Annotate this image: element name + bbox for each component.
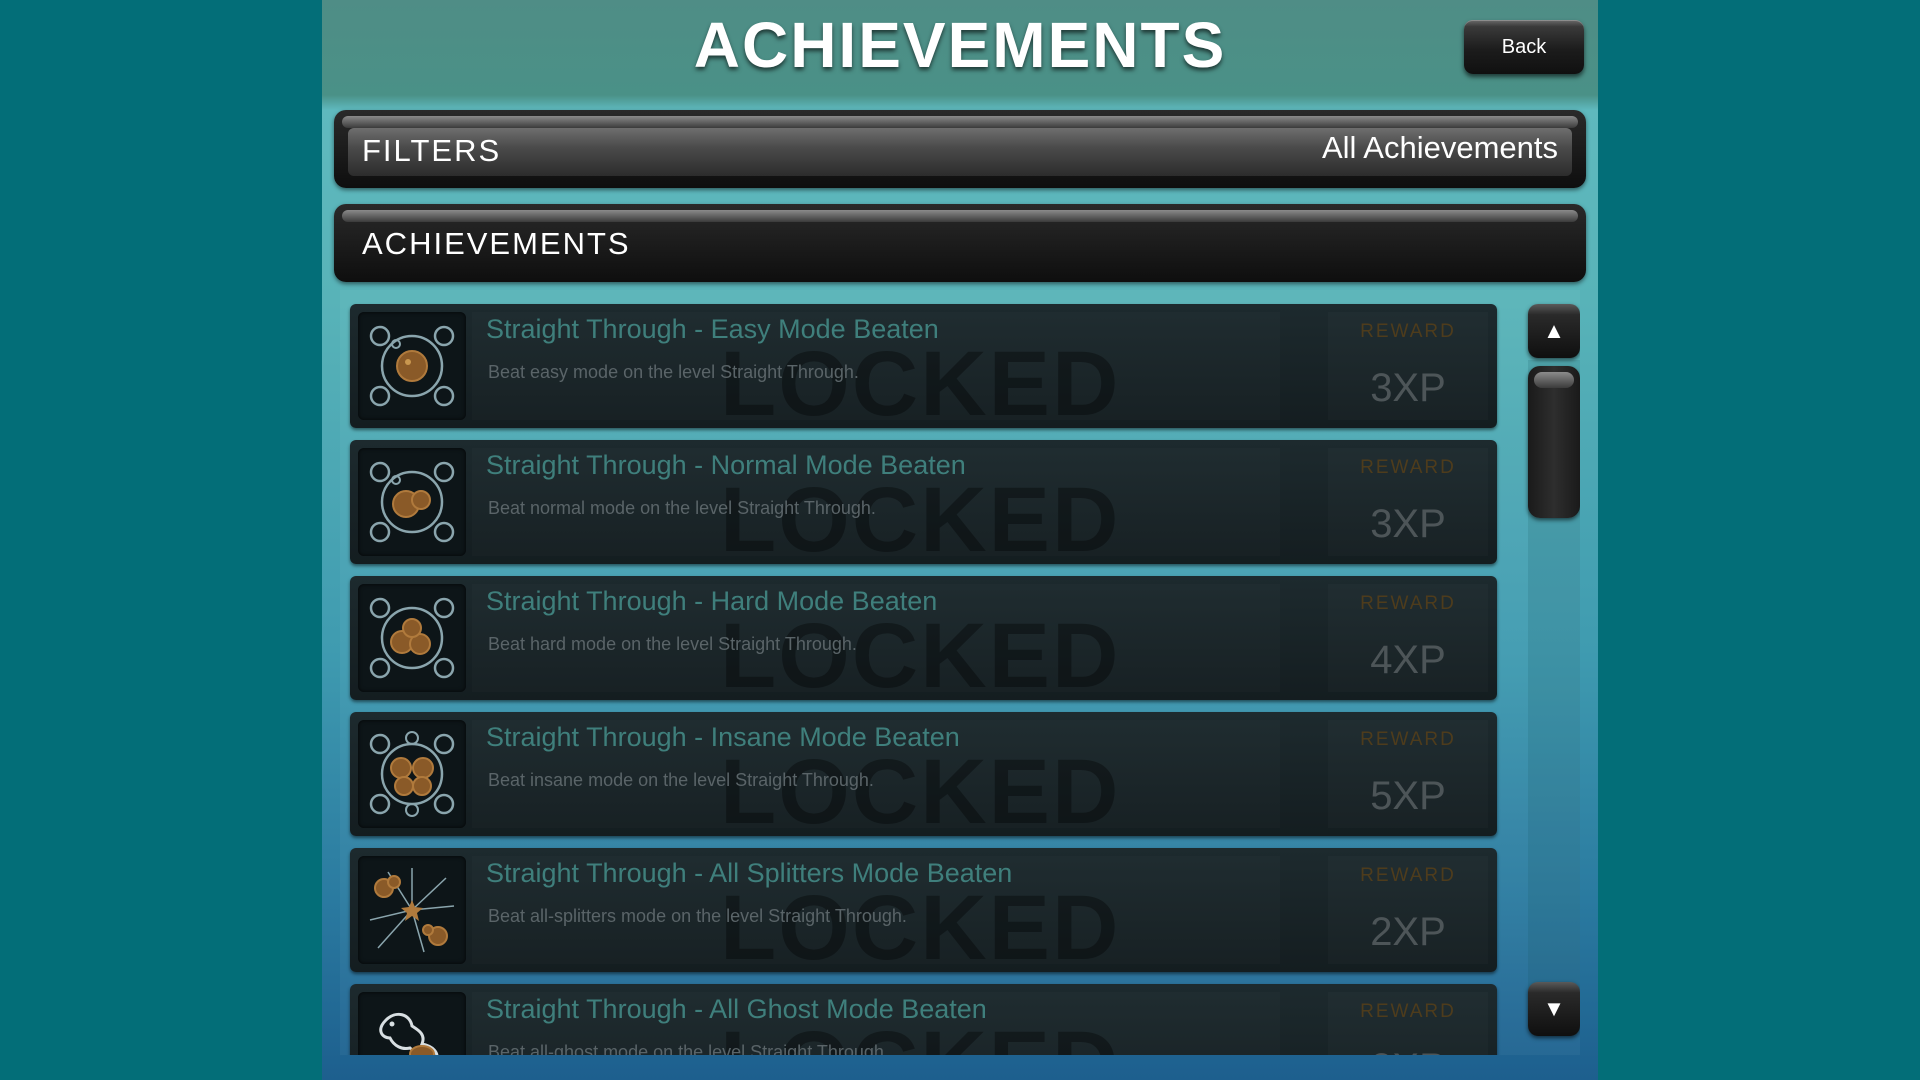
bubble-cluster-1-icon — [369, 325, 455, 407]
achievement-description: Beat all-ghost mode on the level Straigh… — [488, 1042, 889, 1055]
achievement-icon-box — [358, 856, 466, 964]
achievement-row[interactable]: LOCKED Straight Through - All Splitters … — [350, 848, 1497, 972]
achievement-icon-box — [358, 720, 466, 828]
reward-value: 2XP — [1328, 1046, 1488, 1055]
achievement-description: Beat hard mode on the level Straight Thr… — [488, 634, 857, 654]
reward-label: REWARD — [1360, 593, 1456, 614]
scrollbar-thumb[interactable] — [1528, 366, 1580, 518]
scroll-up-button[interactable]: ▲ — [1528, 304, 1580, 358]
page-title: ACHIEVEMENTS — [693, 9, 1227, 81]
reward-value: 4XP — [1370, 638, 1446, 682]
achievements-bar-sheen — [342, 210, 1578, 222]
reward-label: REWARD — [1360, 865, 1456, 886]
reward-label: REWARD — [1360, 321, 1456, 342]
achievements-header-bar: ACHIEVEMENTS — [334, 204, 1586, 282]
filters-value[interactable]: All Achievements — [1322, 130, 1558, 166]
filters-label: FILTERS — [362, 133, 502, 168]
achievement-title: Straight Through - All Splitters Mode Be… — [486, 858, 1013, 888]
achievement-row[interactable]: LOCKED Straight Through - Easy Mode Beat… — [350, 304, 1497, 428]
arrow-down-icon: ▼ — [1543, 996, 1565, 1021]
scrollbar-thumb-knob — [1534, 372, 1574, 388]
achievement-title: Straight Through - Easy Mode Beaten — [486, 314, 939, 344]
filters-bar[interactable]: FILTERS All Achievements — [334, 110, 1586, 188]
reward-label: REWARD — [1360, 729, 1456, 750]
scroll-down-button[interactable]: ▼ — [1528, 982, 1580, 1036]
bubble-cluster-2-icon — [369, 461, 455, 543]
reward-label: REWARD — [1360, 457, 1456, 478]
reward-value: 3XP — [1370, 502, 1446, 546]
achievement-icon-box — [358, 312, 466, 420]
achievement-row[interactable]: LOCKED Straight Through - Normal Mode Be… — [350, 440, 1497, 564]
achievement-row[interactable]: LOCKED Straight Through - All Ghost Mode… — [350, 984, 1497, 1055]
achievement-icon-box — [358, 448, 466, 556]
achievements-list[interactable]: LOCKED Straight Through - Easy Mode Beat… — [340, 290, 1580, 1055]
achievement-description: Beat normal mode on the level Straight T… — [488, 498, 876, 518]
reward-value: 2XP — [1370, 910, 1446, 954]
filters-bar-sheen — [342, 116, 1578, 128]
achievement-title: Straight Through - All Ghost Mode Beaten — [486, 994, 987, 1024]
achievement-icon-box — [358, 992, 466, 1055]
reward-value: 5XP — [1370, 774, 1446, 818]
splitter-burst-icon — [369, 868, 455, 953]
achievement-row[interactable]: LOCKED Straight Through - Insane Mode Be… — [350, 712, 1497, 836]
achievement-row[interactable]: LOCKED Straight Through - Hard Mode Beat… — [350, 576, 1497, 700]
back-button[interactable]: Back — [1464, 20, 1584, 74]
achievement-title: Straight Through - Insane Mode Beaten — [486, 722, 960, 752]
reward-value: 3XP — [1370, 366, 1446, 410]
achievements-section-label: ACHIEVEMENTS — [362, 226, 631, 261]
achievement-icon-box — [358, 584, 466, 692]
achievement-description: Beat easy mode on the level Straight Thr… — [488, 362, 859, 382]
achievement-description: Beat all-splitters mode on the level Str… — [488, 906, 907, 926]
arrow-up-icon: ▲ — [1543, 318, 1565, 343]
bubble-cluster-4-icon — [369, 731, 455, 817]
achievements-panel: ACHIEVEMENTS Back FILTERS All Achievemen… — [322, 0, 1598, 1080]
achievement-description: Beat insane mode on the level Straight T… — [488, 770, 874, 790]
ghost-lizard-icon — [379, 1012, 439, 1055]
reward-label: REWARD — [1360, 1001, 1456, 1022]
achievement-title: Straight Through - Normal Mode Beaten — [486, 450, 966, 480]
bubble-cluster-3-icon — [369, 597, 455, 679]
achievement-title: Straight Through - Hard Mode Beaten — [486, 586, 938, 616]
